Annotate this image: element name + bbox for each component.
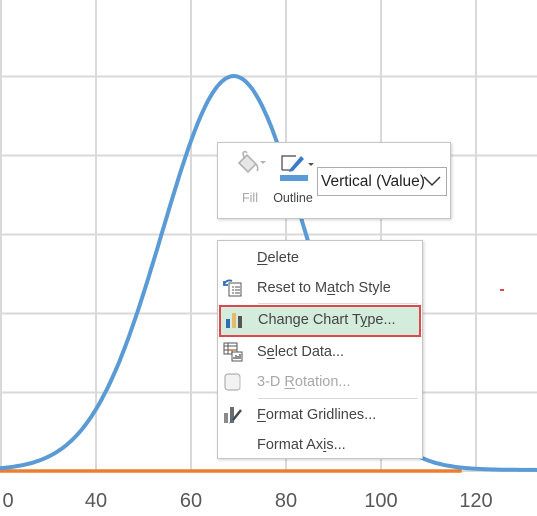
menu-separator: [258, 303, 418, 304]
reset-style-icon: [223, 278, 243, 298]
select-data-icon: [223, 342, 243, 362]
menu-item-3-d-rotation: 3-D Rotation...: [218, 367, 422, 397]
accelerator-key: R: [284, 374, 295, 390]
x-tick-label: 80: [275, 490, 297, 512]
menu-item-reset-to-match-style[interactable]: Reset to Match Style: [218, 273, 422, 303]
menu-item-delete[interactable]: Delete: [218, 243, 422, 273]
accelerator-key: e: [266, 344, 275, 360]
x-tick-label: 0: [2, 490, 13, 512]
menu-item-select-data[interactable]: Select Data...: [218, 337, 422, 367]
x-tick-label: 120: [459, 490, 492, 512]
pencil-outline-icon: [280, 155, 314, 181]
menu-item-label: Select Data...: [257, 344, 345, 360]
mini-toolbar: Fill Outline Vertical (Value): [217, 142, 451, 219]
paint-bucket-icon: [237, 150, 266, 174]
chart-element-select-value: Vertical (Value): [321, 173, 425, 190]
menu-item-label: Change Chart Type...: [258, 312, 396, 328]
format-gridlines-icon: [223, 405, 243, 425]
menu-item-format-axis[interactable]: Format Axis...: [218, 430, 422, 460]
context-menu: Delete Reset to Match Style Change Chart T…: [217, 240, 423, 459]
accelerator-key: y: [360, 312, 368, 328]
x-tick-label: 40: [85, 490, 107, 512]
annotation-marker: [500, 289, 504, 291]
fill-label: Fill: [242, 191, 258, 205]
menu-separator: [258, 398, 418, 399]
x-axis-tick-labels: 0 40 60 80 100 120: [2, 490, 492, 512]
menu-item-label: Delete: [257, 250, 299, 266]
accelerator-key: D: [257, 250, 268, 266]
x-tick-label: 100: [364, 490, 397, 512]
bar-chart-icon: [224, 310, 244, 330]
cube-icon: [223, 372, 243, 392]
menu-item-format-gridlines[interactable]: Format Gridlines...: [218, 400, 422, 430]
x-tick-label: 60: [180, 490, 202, 512]
menu-item-label: 3-D Rotation...: [257, 374, 351, 390]
outline-button[interactable]: Outline: [270, 149, 316, 215]
outline-label: Outline: [273, 191, 313, 205]
menu-item-label: Format Gridlines...: [257, 407, 377, 423]
menu-item-change-chart-type[interactable]: Change Chart Type...: [219, 305, 421, 337]
accelerator-key: F: [257, 407, 266, 423]
menu-item-label: Reset to Match Style: [257, 280, 391, 296]
menu-item-label: Format Axis...: [257, 437, 346, 453]
chart-element-select[interactable]: Vertical (Value): [317, 167, 447, 196]
accelerator-key: i: [323, 437, 327, 453]
chevron-down-icon: [423, 176, 441, 187]
accelerator-key: a: [327, 280, 336, 296]
fill-button[interactable]: Fill: [228, 149, 272, 215]
